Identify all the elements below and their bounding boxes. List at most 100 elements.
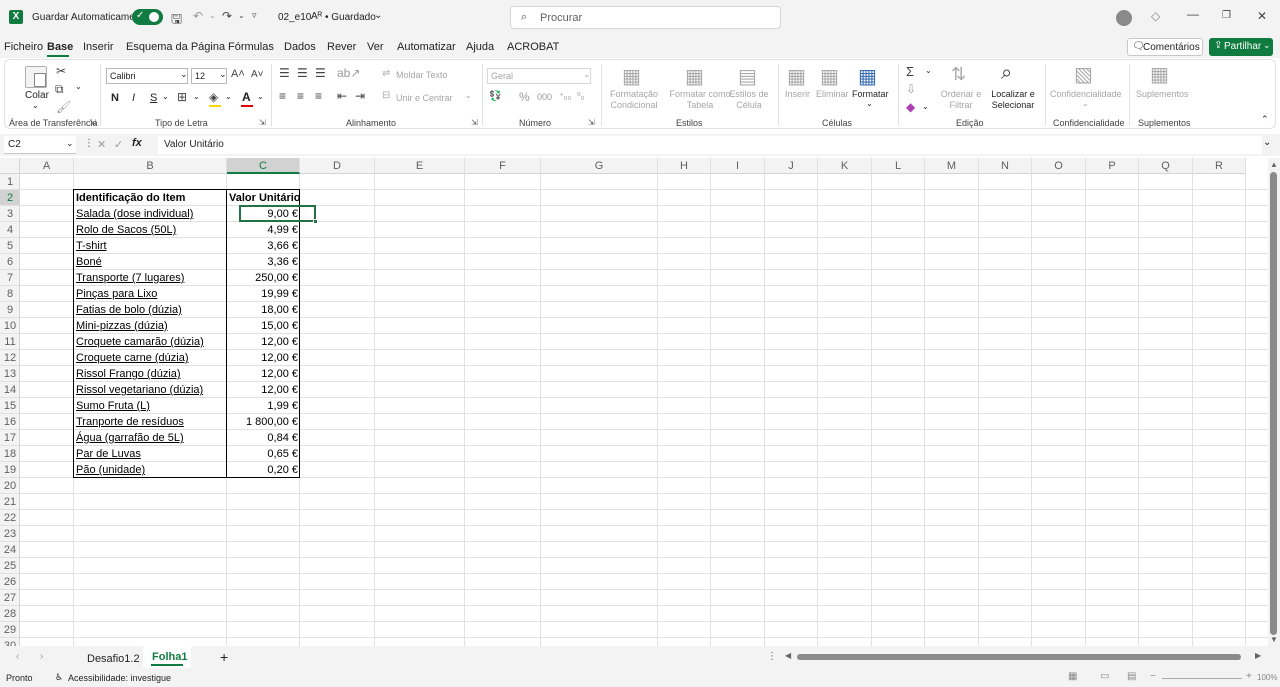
orientation-icon[interactable]: ab↗ xyxy=(337,66,360,80)
wrap-text-button[interactable]: Moldar Texto xyxy=(396,70,447,80)
item-name-cell[interactable]: Pinças para Lixo xyxy=(74,286,227,302)
avatar[interactable] xyxy=(1116,10,1132,26)
minimize-icon[interactable]: — xyxy=(1187,7,1199,21)
increase-indent-icon[interactable]: ⇥ xyxy=(355,89,365,103)
item-value-cell[interactable]: 0,84 € xyxy=(227,430,300,446)
item-name-cell[interactable]: Tranporte de resíduos xyxy=(74,414,227,430)
addins-icon[interactable]: ▦ xyxy=(1150,62,1169,87)
font-size-select[interactable]: 12 ⌄ xyxy=(191,68,227,84)
alignment-launcher-icon[interactable]: ⇲ xyxy=(471,118,478,127)
customize-toolbar-icon[interactable]: ▿ xyxy=(252,10,257,21)
italic-button[interactable]: I xyxy=(132,92,135,104)
sheet-tab-desafio[interactable]: Desafio1.2 xyxy=(87,653,140,665)
scroll-right-icon[interactable]: ▶ xyxy=(1255,651,1261,660)
item-name-cell[interactable]: Salada (dose individual) xyxy=(74,206,227,222)
number-launcher-icon[interactable]: ⇲ xyxy=(588,118,595,127)
increase-decimal-icon[interactable]: ⁺₀₀ xyxy=(559,91,571,102)
find-select-button[interactable]: Localizar e Selecionar xyxy=(983,89,1043,111)
cell-styles-icon[interactable]: ▤ xyxy=(738,64,757,89)
search-box[interactable]: ⌕ Procurar xyxy=(510,6,781,29)
item-value-cell[interactable]: 12,00 € xyxy=(227,366,300,382)
item-value-cell[interactable]: 12,00 € xyxy=(227,350,300,366)
item-name-cell[interactable]: Par de Luvas xyxy=(74,446,227,462)
add-sheet-icon[interactable]: + xyxy=(220,649,228,665)
scroll-up-icon[interactable]: ▲ xyxy=(1270,160,1278,169)
addins-button[interactable]: Suplementos xyxy=(1136,89,1189,99)
restore-icon[interactable]: ❐ xyxy=(1222,10,1231,21)
page-layout-icon[interactable]: ▭ xyxy=(1100,671,1109,682)
format-cells-icon[interactable]: ▦ xyxy=(858,64,877,89)
fill-handle[interactable] xyxy=(313,219,318,224)
insert-function-icon[interactable]: fx xyxy=(132,137,142,149)
next-sheet-icon[interactable]: › xyxy=(40,651,43,662)
item-name-cell[interactable]: Croquete carne (dúzia) xyxy=(74,350,227,366)
item-value-cell[interactable]: 1 800,00 € xyxy=(227,414,300,430)
item-name-cell[interactable]: Fatias de bolo (dúzia) xyxy=(74,302,227,318)
item-value-cell[interactable]: 3,66 € xyxy=(227,238,300,254)
confidentiality-button[interactable]: Confidencialidade xyxy=(1050,89,1122,99)
item-name-cell[interactable]: Transporte (7 lugares) xyxy=(74,270,227,286)
tab-ver[interactable]: Ver xyxy=(367,41,384,53)
item-value-cell[interactable]: 1,99 € xyxy=(227,398,300,414)
item-name-cell[interactable]: Rissol vegetariano (dúzia) xyxy=(74,382,227,398)
item-value-cell[interactable]: 9,00 € xyxy=(227,206,300,222)
align-top-icon[interactable]: ☰ xyxy=(279,66,290,80)
currency-icon[interactable]: 💱 xyxy=(489,91,501,102)
format-painter-icon[interactable]: 🖌 xyxy=(56,100,71,114)
delete-cells-button[interactable]: Eliminar xyxy=(816,89,849,99)
bold-button[interactable]: N xyxy=(111,92,119,104)
number-format-select[interactable]: Geral ⌄ xyxy=(487,68,591,84)
tab-inserir[interactable]: Inserir xyxy=(83,41,114,53)
item-name-cell[interactable]: Pão (unidade) xyxy=(74,462,227,478)
format-table-button[interactable]: Formatar como Tabela xyxy=(665,89,735,111)
item-value-cell[interactable]: 0,65 € xyxy=(227,446,300,462)
comments-button[interactable]: 🗨 Comentários xyxy=(1127,38,1203,56)
format-cells-button[interactable]: Formatar xyxy=(852,89,889,99)
underline-button[interactable]: S xyxy=(150,92,157,104)
sort-filter-button[interactable]: Ordenar e Filtrar xyxy=(938,89,984,111)
tab-ficheiro[interactable]: Ficheiro xyxy=(4,41,43,53)
tab-base[interactable]: Base xyxy=(47,41,73,53)
cancel-icon[interactable]: ✕ xyxy=(97,138,106,151)
expand-formula-icon[interactable]: ⌄ xyxy=(1263,137,1271,148)
formula-input[interactable]: Valor Unitário xyxy=(158,136,1262,154)
item-name-cell[interactable]: Croquete camarão (dúzia) xyxy=(74,334,227,350)
enter-icon[interactable]: ✓ xyxy=(114,138,123,151)
close-icon[interactable]: ✕ xyxy=(1257,9,1267,23)
item-name-cell[interactable]: Rolo de Sacos (50L) xyxy=(74,222,227,238)
align-center-icon[interactable]: ≡ xyxy=(297,89,304,103)
item-value-cell[interactable]: 12,00 € xyxy=(227,382,300,398)
normal-view-icon[interactable]: ▦ xyxy=(1068,671,1077,682)
page-break-icon[interactable]: ▤ xyxy=(1127,671,1136,682)
item-value-cell[interactable]: 4,99 € xyxy=(227,222,300,238)
format-table-icon[interactable]: ▦ xyxy=(685,64,704,89)
find-select-icon[interactable]: ⌕ xyxy=(1001,62,1012,85)
item-value-cell[interactable]: 15,00 € xyxy=(227,318,300,334)
prev-sheet-icon[interactable]: ‹ xyxy=(16,651,19,662)
insert-cells-button[interactable]: Inserir xyxy=(785,89,810,99)
cell-styles-button[interactable]: Estilos de Célula xyxy=(727,89,771,111)
name-box[interactable]: C2 ⌄ xyxy=(4,136,76,154)
table-header-item[interactable]: Identificação do Item xyxy=(74,190,227,206)
item-value-cell[interactable]: 3,36 € xyxy=(227,254,300,270)
item-name-cell[interactable]: Sumo Fruta (L) xyxy=(74,398,227,414)
undo-dropdown-icon[interactable]: ⌄ xyxy=(209,11,216,20)
tab-rever[interactable]: Rever xyxy=(327,41,356,53)
insert-cells-icon[interactable]: ▦ xyxy=(787,64,806,89)
item-value-cell[interactable]: 250,00 € xyxy=(227,270,300,286)
save-icon[interactable]: 🖫 xyxy=(171,10,182,32)
undo-icon[interactable]: ↶ xyxy=(193,9,203,23)
decrease-decimal-icon[interactable]: ⁰₀ xyxy=(577,91,584,102)
fill-color-icon[interactable]: ◈ xyxy=(209,90,218,104)
vertical-scrollbar[interactable]: ▲ ▼ xyxy=(1268,158,1280,646)
file-name[interactable]: 02_e10 xyxy=(278,12,311,23)
autosave-toggle[interactable]: ✓ xyxy=(132,9,163,25)
paste-icon[interactable] xyxy=(25,66,47,88)
wrap-text-icon[interactable]: ⇌ xyxy=(382,68,390,79)
item-name-cell[interactable]: Mini-pizzas (dúzia) xyxy=(74,318,227,334)
sensitivity-label-icon[interactable]: ▧ xyxy=(1074,62,1093,87)
align-right-icon[interactable]: ≡ xyxy=(315,89,322,103)
tab-automatizar[interactable]: Automatizar xyxy=(397,41,456,53)
collapse-ribbon-icon[interactable]: ⌃ xyxy=(1261,114,1269,125)
sheet-tab-folha1[interactable]: Folha1 xyxy=(143,646,191,668)
